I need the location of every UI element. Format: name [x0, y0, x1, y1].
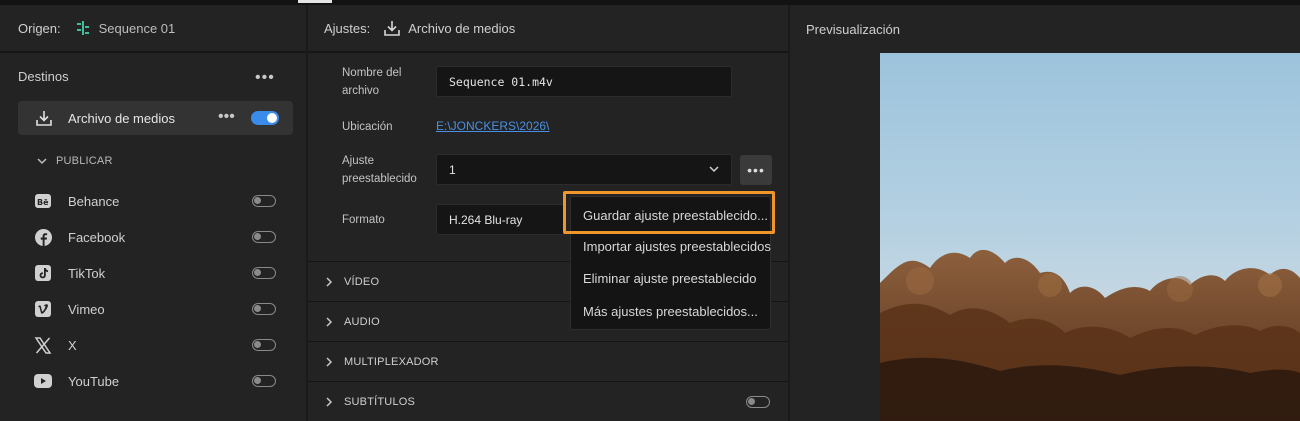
menu-item-delete-preset[interactable]: Eliminar ajuste preestablecido	[583, 271, 756, 286]
section-audio-title: AUDIO	[344, 315, 380, 328]
location-link[interactable]: E:\JONCKERS\2026\	[436, 119, 549, 133]
vimeo-toggle[interactable]	[252, 303, 276, 315]
chevron-right-icon	[326, 316, 333, 327]
source-label: Origen:	[18, 20, 61, 36]
destination-vimeo[interactable]: Vimeo	[34, 297, 284, 321]
x-toggle[interactable]	[252, 339, 276, 351]
publish-group-header[interactable]: PUBLICAR	[36, 155, 113, 167]
section-subtitles[interactable]: SUBTÍTULOS	[308, 381, 788, 421]
filename-label: Nombre del archivo	[342, 67, 402, 97]
vimeo-icon	[34, 300, 52, 318]
media-file-more-icon[interactable]: •••	[218, 109, 235, 125]
chevron-right-icon	[326, 276, 333, 287]
preview-header: Previsualización	[790, 5, 1300, 53]
filename-input[interactable]: Sequence 01.m4v	[436, 66, 732, 97]
publish-label: PUBLICAR	[56, 155, 113, 167]
highlight-box	[563, 191, 775, 234]
section-multiplexer[interactable]: MULTIPLEXADOR	[308, 341, 788, 381]
download-icon	[382, 18, 402, 38]
behance-label: Behance	[68, 193, 120, 209]
settings-label: Ajustes:	[324, 20, 371, 36]
format-label: Formato	[342, 214, 385, 226]
menu-item-import-presets[interactable]: Importar ajustes preestablecidos	[583, 239, 771, 254]
preset-more-button[interactable]: •••	[740, 155, 772, 185]
section-video-title: VÍDEO	[344, 275, 380, 288]
x-label: X	[68, 337, 77, 353]
destination-behance[interactable]: Bē Behance	[34, 189, 284, 213]
destination-youtube[interactable]: YouTube	[34, 369, 284, 393]
destination-facebook[interactable]: Facebook	[34, 225, 284, 249]
chevron-right-icon	[326, 356, 333, 367]
sequence-icon	[73, 18, 93, 38]
settings-header: Ajustes: Archivo de medios	[308, 5, 788, 53]
behance-icon: Bē	[34, 192, 52, 210]
svg-text:Bē: Bē	[37, 198, 49, 207]
destination-tiktok[interactable]: TikTok	[34, 261, 284, 285]
destination-x[interactable]: X	[34, 333, 284, 357]
behance-toggle[interactable]	[252, 195, 276, 207]
preview-image	[880, 53, 1300, 421]
facebook-toggle[interactable]	[252, 231, 276, 243]
section-multiplexer-title: MULTIPLEXADOR	[344, 355, 439, 368]
vimeo-label: Vimeo	[68, 301, 105, 317]
chevron-down-icon	[37, 158, 47, 165]
chevron-right-icon	[326, 396, 333, 407]
preset-select[interactable]: 1	[436, 154, 732, 185]
youtube-toggle[interactable]	[252, 375, 276, 387]
media-file-toggle[interactable]	[251, 111, 279, 125]
chevron-down-icon	[709, 166, 719, 173]
tiktok-label: TikTok	[68, 265, 106, 281]
tiktok-toggle[interactable]	[252, 267, 276, 279]
source-header: Origen: Sequence 01	[0, 5, 306, 53]
settings-target: Archivo de medios	[408, 20, 516, 36]
destinations-panel: Origen: Sequence 01 Destinos ••• Archivo…	[0, 5, 306, 421]
youtube-label: YouTube	[68, 373, 120, 389]
preset-value: 1	[449, 162, 456, 177]
source-sequence-name[interactable]: Sequence 01	[99, 21, 176, 36]
preview-title: Previsualización	[806, 21, 900, 37]
facebook-label: Facebook	[68, 229, 126, 245]
section-subtitles-title: SUBTÍTULOS	[344, 395, 416, 408]
preview-panel: Previsualización	[790, 5, 1300, 421]
facebook-icon	[34, 228, 52, 246]
destinations-more-icon[interactable]: •••	[255, 70, 275, 86]
subtitles-toggle[interactable]	[746, 396, 770, 408]
destinations-title: Destinos	[18, 69, 69, 84]
media-file-label: Archivo de medios	[68, 110, 175, 126]
tiktok-icon	[34, 264, 52, 282]
download-icon	[34, 108, 54, 128]
format-select[interactable]: H.264 Blu-ray	[436, 204, 566, 235]
youtube-icon	[34, 372, 52, 390]
location-label: Ubicación	[342, 121, 393, 133]
destination-media-file[interactable]: Archivo de medios •••	[18, 101, 293, 135]
preset-label: Ajuste preestablecido	[342, 155, 417, 185]
x-icon	[34, 336, 52, 354]
menu-item-more-presets[interactable]: Más ajustes preestablecidos...	[583, 304, 758, 319]
active-tab-indicator	[298, 0, 332, 3]
